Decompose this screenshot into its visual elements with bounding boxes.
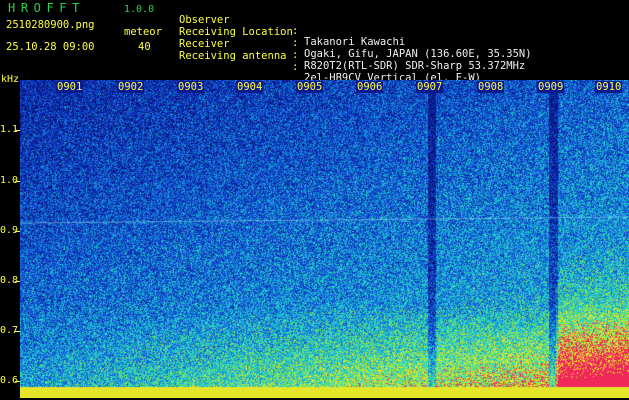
x-tick-label: 0906 [356,81,384,93]
metadata-separator: : [292,25,299,37]
y-tick [15,381,20,382]
metadata-value: R820T2(RTL-SDR) SDR-Sharp 53.372MHz [304,60,526,72]
y-axis-unit: kHz [1,74,20,85]
y-tick [15,181,20,182]
x-tick-label: 0903 [177,81,205,93]
x-tick-label: 0908 [477,81,505,93]
y-tick [15,231,20,232]
x-tick-label: 0910 [595,81,623,93]
metadata-row-antenna: Receiving antenna : 2el-HB9CV Vertical (… [179,40,481,84]
spectrogram-image [20,80,629,398]
metadata-separator: : [292,61,299,73]
metadata-value: Takanori Kawachi [304,36,406,48]
detection-count: 40 [138,41,151,53]
x-tick-label: 0905 [296,81,324,93]
metadata-separator: : [292,49,299,61]
metadata-value: Ogaki, Gifu, JAPAN (136.60E, 35.35N) [304,48,532,60]
app-title: HROFFT [8,1,85,15]
image-filename: 2510280900.png [6,19,95,31]
x-tick-label: 0907 [416,81,444,93]
spectrogram-plot [20,80,629,398]
app-version: 1.0.0 [124,4,155,15]
x-tick-label: 0909 [537,81,565,93]
metadata-key: Receiving antenna [179,50,287,62]
image-timestamp: 25.10.28 09:00 [6,41,95,53]
x-tick-label: 0904 [236,81,264,93]
metadata-key: Receiving Location [179,26,293,38]
y-tick [15,130,20,131]
x-tick-label: 0901 [56,81,84,93]
y-tick [15,281,20,282]
x-tick-label: 0902 [117,81,145,93]
metadata-separator: : [292,37,299,49]
detection-mode-label: meteor [124,26,162,38]
y-tick [15,331,20,332]
